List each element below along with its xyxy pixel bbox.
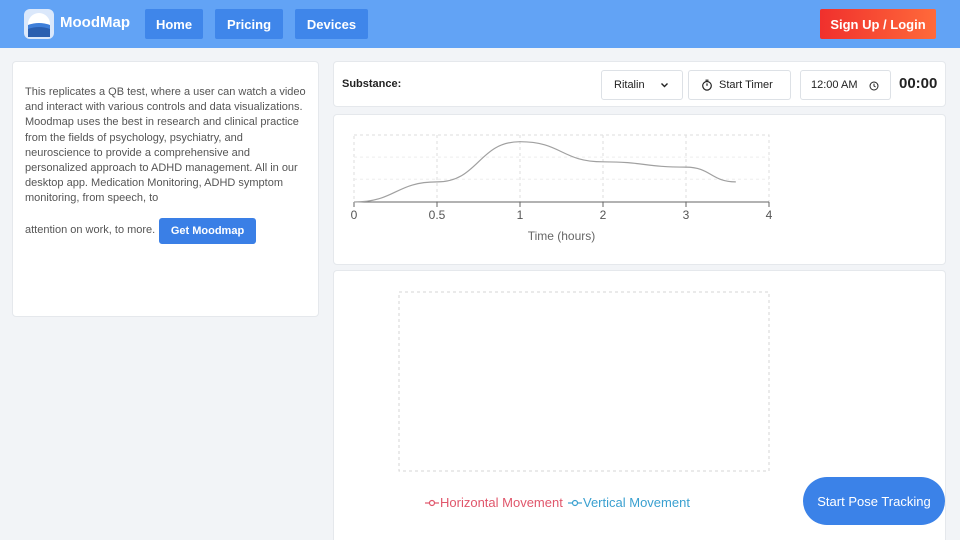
controls-card: Substance: Ritalin Start Timer 12:00 AM … [333,61,946,107]
legend-item-horizontal[interactable]: Horizontal Movement [425,495,563,510]
x-axis-label: Time (hours) [528,229,596,243]
substance-select-value: Ritalin [614,79,645,91]
info-description: This replicates a QB test, where a user … [25,86,306,205]
timer-display: 00:00 [899,75,938,92]
substance-label: Substance: [342,78,402,90]
x-tick-label: 4 [766,208,773,222]
x-tick-label: 0 [351,208,358,222]
get-moodmap-button[interactable]: Get Moodmap [159,218,256,244]
top-navbar: MoodMap Home Pricing Devices Sign Up / L… [0,0,960,48]
dose-response-chart: 0 0.5 1 2 3 4 Time (hours) [351,134,773,243]
stopwatch-icon [702,79,712,91]
x-tick-label: 0.5 [429,208,446,222]
time-input-value: 12:00 AM [811,79,858,91]
nav-pricing-button[interactable]: Pricing [215,9,283,39]
legend-label: Horizontal Movement [440,495,563,510]
nav-home-button[interactable]: Home [145,9,203,39]
chevron-down-icon [661,83,668,88]
movement-grid-frame [398,291,770,472]
signup-login-button[interactable]: Sign Up / Login [820,9,936,39]
x-tick-label: 3 [683,208,690,222]
brand-name[interactable]: MoodMap [60,14,130,31]
info-card: This replicates a QB test, where a user … [12,61,319,317]
start-timer-label: Start Timer [719,79,773,91]
legend-marker-icon [568,499,582,506]
dose-series-line [353,141,736,203]
legend-item-vertical[interactable]: Vertical Movement [568,495,690,510]
x-tick-label: 1 [517,208,524,222]
legend-marker-icon [425,499,439,506]
clock-icon [869,81,879,91]
x-tick-label: 2 [600,208,607,222]
start-pose-tracking-button[interactable]: Start Pose Tracking [803,477,945,525]
nav-devices-button[interactable]: Devices [295,9,368,39]
dose-chart-card: 0 0.5 1 2 3 4 Time (hours) [333,114,946,265]
substance-select[interactable]: Ritalin [601,70,683,100]
moodmap-logo-icon[interactable] [24,9,54,39]
time-input[interactable]: 12:00 AM [800,70,891,100]
legend-label: Vertical Movement [583,495,690,510]
info-description-end: attention on work, to more. [25,224,156,236]
start-timer-button[interactable]: Start Timer [688,70,791,100]
chart-grid-frame [353,134,770,203]
